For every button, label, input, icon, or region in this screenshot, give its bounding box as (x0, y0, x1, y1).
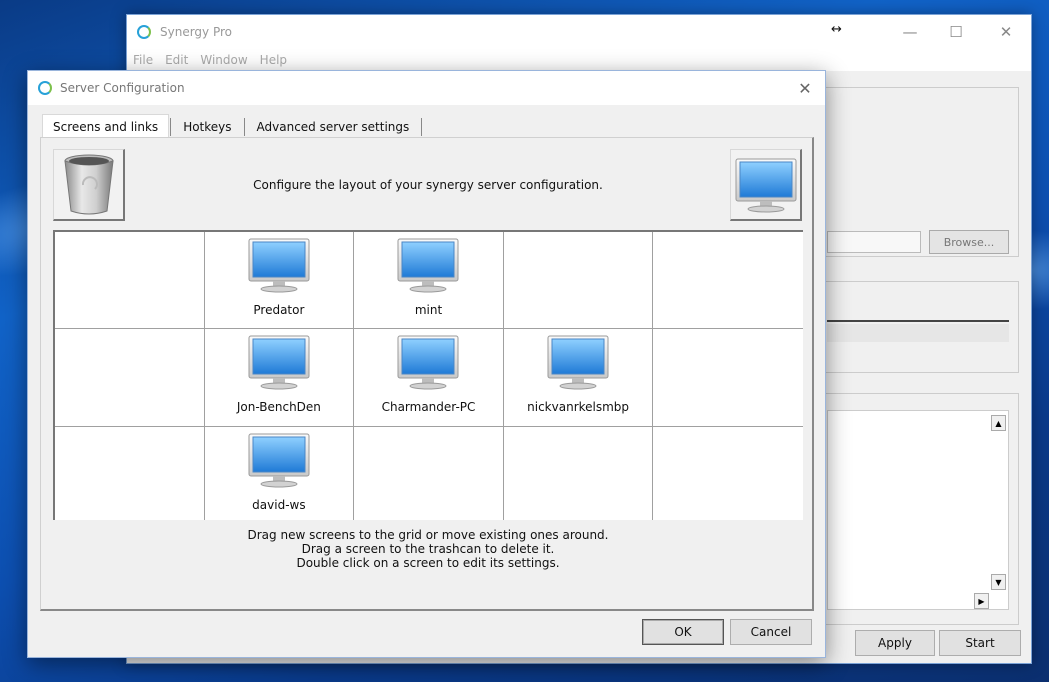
close-icon[interactable]: ✕ (791, 71, 819, 105)
tab-hotkeys[interactable]: Hotkeys (172, 116, 242, 138)
start-button[interactable]: Start (939, 630, 1021, 656)
empty-grid-cell[interactable] (503, 232, 654, 329)
tab-screens-and-links[interactable]: Screens and links (42, 114, 170, 138)
screen-name: mint (414, 303, 443, 317)
server-configuration-dialog: Server Configuration ✕ Screens and links… (27, 70, 826, 658)
menu-window[interactable]: Window (200, 53, 247, 67)
empty-grid-cell[interactable] (55, 232, 205, 329)
synergy-logo-icon (38, 81, 52, 95)
monitor-icon (397, 238, 459, 293)
close-icon[interactable]: ✕ (983, 15, 1029, 49)
screen-cell[interactable]: mint (354, 232, 504, 329)
cancel-button[interactable]: Cancel (730, 619, 812, 645)
screen-cell[interactable]: Charmander-PC (354, 329, 504, 427)
instruction-line: Double click on a screen to edit its set… (296, 556, 560, 570)
instruction-line: Drag new screens to the grid or move exi… (247, 528, 609, 542)
dialog-title-bar[interactable]: Server Configuration ✕ (28, 71, 825, 105)
dialog-title: Server Configuration (60, 81, 185, 95)
scroll-down-arrow-icon[interactable]: ▼ (991, 574, 1006, 590)
minimize-icon[interactable]: — (887, 15, 933, 49)
screen-cell[interactable]: Jon-BenchDen (204, 329, 355, 427)
empty-grid-cell[interactable] (504, 427, 654, 520)
screen-name: Predator (253, 303, 305, 317)
synergy-logo-icon (137, 25, 151, 39)
screen-layout-grid[interactable]: Predator mint Jon-BenchDen Charmander-PC nic… (53, 230, 803, 520)
screen-name: nickvanrkelsmbp (527, 400, 630, 414)
tab-advanced-server-settings[interactable]: Advanced server settings (246, 116, 421, 138)
maximize-icon[interactable]: ☐ (933, 15, 979, 49)
browse-button[interactable]: Browse... (929, 230, 1009, 254)
screen-name: Charmander-PC (381, 400, 476, 414)
divider (827, 320, 1009, 322)
tab-separator (170, 118, 172, 136)
config-path-input[interactable] (827, 231, 921, 253)
status-bar-field (827, 324, 1009, 342)
new-screen-source[interactable] (730, 149, 802, 221)
empty-grid-cell[interactable] (653, 427, 803, 520)
instruction-line: Drag a screen to the trashcan to delete … (301, 542, 555, 556)
menu-help[interactable]: Help (260, 53, 287, 67)
monitor-icon (248, 433, 310, 488)
monitor-icon (248, 335, 310, 390)
main-title-bar[interactable]: Synergy Pro ↔ — ☐ ✕ (127, 15, 1031, 49)
layout-description: Configure the layout of your synergy ser… (253, 178, 603, 192)
instructions: Drag new screens to the grid or move exi… (141, 528, 715, 570)
empty-grid-cell[interactable] (55, 427, 205, 520)
empty-grid-cell[interactable] (55, 329, 205, 427)
tab-bar: Screens and links Hotkeys Advanced serve… (42, 114, 423, 138)
trash-can-icon (63, 154, 114, 214)
menu-edit[interactable]: Edit (165, 53, 188, 67)
resize-cursor-icon: ↔ (831, 22, 842, 37)
empty-grid-cell[interactable] (354, 427, 504, 520)
monitor-icon (248, 238, 310, 293)
monitor-icon (735, 158, 796, 212)
tab-separator (421, 118, 423, 136)
scroll-right-arrow-icon[interactable]: ▶ (974, 593, 989, 609)
empty-grid-cell[interactable] (653, 232, 803, 329)
screen-name: david-ws (252, 498, 306, 512)
monitor-icon (547, 335, 609, 390)
screen-cell[interactable]: david-ws (205, 427, 355, 520)
trash-can[interactable] (53, 149, 125, 221)
log-text-area[interactable] (827, 410, 1009, 610)
screen-cell[interactable]: nickvanrkelsmbp (503, 329, 654, 427)
screens-and-links-panel: Configure the layout of your synergy ser… (40, 137, 814, 611)
apply-button[interactable]: Apply (855, 630, 935, 656)
monitor-icon (397, 335, 459, 390)
tab-separator (243, 118, 245, 136)
screen-name: Jon-BenchDen (236, 400, 321, 414)
empty-grid-cell[interactable] (653, 329, 803, 427)
menu-file[interactable]: File (133, 53, 153, 67)
scroll-up-arrow-icon[interactable]: ▲ (991, 415, 1006, 431)
ok-button[interactable]: OK (642, 619, 724, 645)
main-window-title: Synergy Pro (160, 25, 232, 39)
menu-bar: File Edit Window Help (127, 49, 1031, 71)
screen-cell[interactable]: Predator (204, 232, 355, 329)
